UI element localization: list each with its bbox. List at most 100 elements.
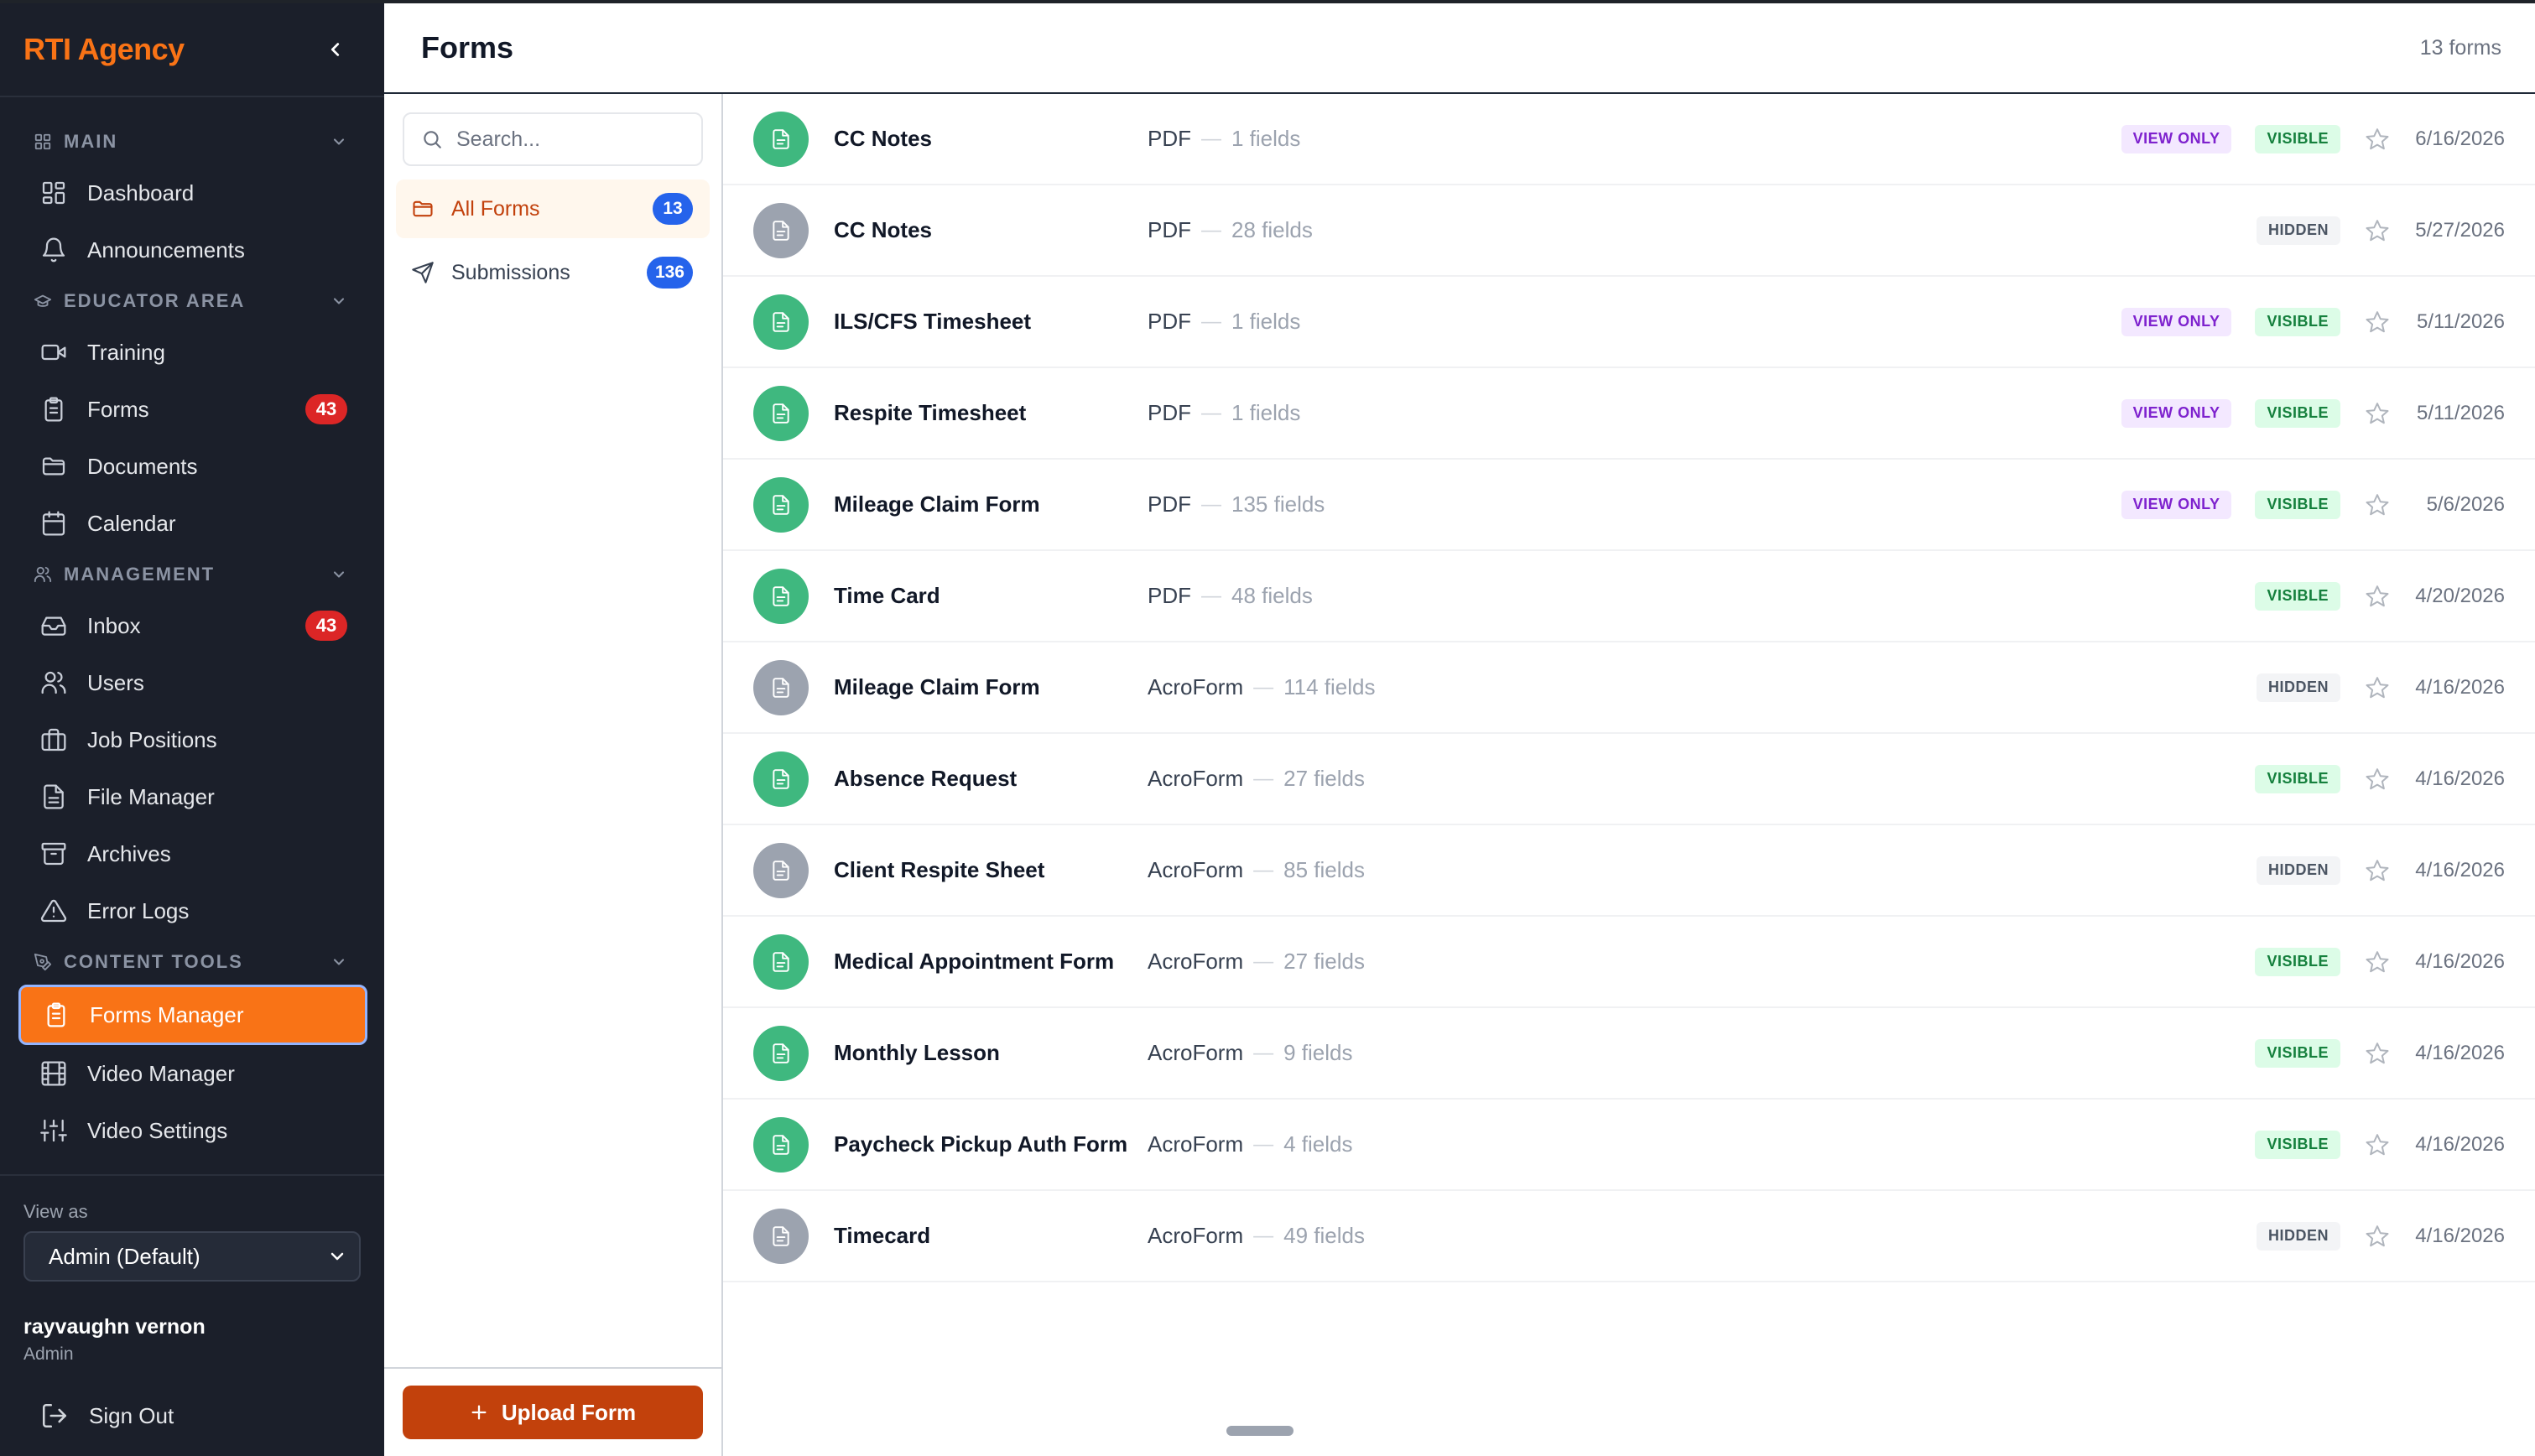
form-row[interactable]: CC Notes PDF — 1 fields VIEW ONLY VISIBLE 6/16… bbox=[723, 94, 2535, 185]
visibility-badge[interactable]: HIDDEN bbox=[2256, 855, 2340, 885]
document-icon bbox=[773, 494, 789, 515]
visibility-badge[interactable]: VISIBLE bbox=[2255, 581, 2340, 611]
favorite-button[interactable] bbox=[2359, 1041, 2396, 1066]
visibility-badge[interactable]: VISIBLE bbox=[2255, 1130, 2340, 1159]
favorite-button[interactable] bbox=[2359, 584, 2396, 609]
sidebar-item-label: Forms bbox=[87, 396, 149, 422]
sidebar-footer: View as Admin (Default) rayvaughn vernon… bbox=[0, 1174, 384, 1430]
sidebar-item-job-positions[interactable]: Job Positions bbox=[0, 711, 384, 768]
dashboard-icon bbox=[42, 181, 65, 205]
form-row[interactable]: Medical Appointment Form AcroForm — 27 fiel… bbox=[723, 917, 2535, 1008]
sidebar-item-label: Video Settings bbox=[87, 1117, 228, 1143]
form-type: AcroForm bbox=[1148, 1223, 1244, 1248]
favorite-button[interactable] bbox=[2359, 1132, 2396, 1157]
sidebar-item-users[interactable]: Users bbox=[0, 654, 384, 711]
sidebar-item-video-settings[interactable]: Video Settings bbox=[0, 1102, 384, 1159]
form-separator: — bbox=[1253, 1224, 1274, 1247]
form-row[interactable]: Mileage Claim Form AcroForm — 114 fields HID… bbox=[723, 642, 2535, 734]
folder-submissions[interactable]: Submissions 136 bbox=[396, 243, 710, 302]
form-date: 4/16/2026 bbox=[2415, 1132, 2505, 1156]
star-icon bbox=[2366, 1225, 2389, 1246]
sidebar-item-inbox[interactable]: Inbox 43 bbox=[0, 597, 384, 654]
form-row[interactable]: Respite Timesheet PDF —1 fields VIEW ONLY VI… bbox=[723, 368, 2535, 460]
visibility-badge[interactable]: HIDDEN bbox=[2256, 216, 2340, 245]
form-separator: — bbox=[1253, 858, 1274, 881]
form-name: Mileage Claim Form bbox=[834, 491, 1040, 517]
folder-all-forms[interactable]: All Forms 13 bbox=[396, 179, 710, 238]
sidebar-item-forms-manager[interactable]: Forms Manager bbox=[18, 985, 367, 1045]
form-row[interactable]: Monthly Lesson AcroForm — 9 fields VISIBLE 4/… bbox=[723, 1008, 2535, 1100]
form-tags: VIEW ONLY VISIBLE bbox=[2121, 398, 2340, 428]
visibility-badge[interactable]: HIDDEN bbox=[2256, 1221, 2340, 1251]
form-field-count: 114 fields bbox=[1283, 674, 1376, 699]
sidebar-item-video-manager[interactable]: Video Manager bbox=[0, 1045, 384, 1102]
sidebar-item-training[interactable]: Training bbox=[0, 324, 384, 381]
favorite-button[interactable] bbox=[2359, 949, 2396, 975]
sign-out-label: Sign Out bbox=[89, 1402, 174, 1428]
clipboard-icon bbox=[47, 1002, 65, 1027]
form-type: AcroForm bbox=[1148, 1131, 1244, 1157]
folder-count-badge: 136 bbox=[646, 257, 693, 289]
upload-form-button[interactable]: Upload Form bbox=[403, 1386, 703, 1439]
chevron-left-icon bbox=[331, 43, 340, 56]
sidebar-item-label: Archives bbox=[87, 840, 171, 866]
visibility-badge[interactable]: VISIBLE bbox=[2255, 764, 2340, 793]
page-header: Forms 13 forms bbox=[384, 3, 2535, 94]
scroll-handle[interactable] bbox=[1226, 1426, 1294, 1436]
document-icon bbox=[773, 311, 789, 332]
archive-icon bbox=[41, 842, 66, 866]
favorite-button[interactable] bbox=[2359, 1224, 2396, 1249]
sidebar-item-archives[interactable]: Archives bbox=[0, 825, 384, 882]
favorite-button[interactable] bbox=[2359, 858, 2396, 883]
section-educator-area[interactable]: EDUCATOR AREA bbox=[0, 278, 384, 324]
visibility-badge[interactable]: VISIBLE bbox=[2255, 1038, 2340, 1068]
favorite-button[interactable] bbox=[2359, 767, 2396, 792]
visibility-badge[interactable]: VISIBLE bbox=[2255, 307, 2340, 336]
form-row[interactable]: Absence Request AcroForm — 27 fields VISIBLE… bbox=[723, 734, 2535, 825]
star-icon bbox=[2366, 127, 2389, 149]
section-content-tools[interactable]: CONTENT TOOLS bbox=[0, 939, 384, 985]
form-row[interactable]: ILS/CFS Timesheet PDF —1 fields VIEW ONLY VI… bbox=[723, 277, 2535, 368]
visibility-badge[interactable]: VISIBLE bbox=[2255, 947, 2340, 976]
sidebar-item-forms[interactable]: Forms 43 bbox=[0, 381, 384, 438]
view-as-select[interactable]: Admin (Default) bbox=[23, 1231, 361, 1282]
document-icon bbox=[773, 1043, 789, 1063]
form-tags: VIEW ONLY VISIBLE bbox=[2121, 307, 2340, 336]
favorite-button[interactable] bbox=[2359, 675, 2396, 700]
warning-icon bbox=[40, 899, 67, 923]
form-row[interactable]: Time Card PDF — 48 fields VISIBLE 4/20/2026 bbox=[723, 551, 2535, 642]
form-row[interactable]: Paycheck Pickup Auth Form AcroForm — 4 fiel… bbox=[723, 1100, 2535, 1191]
collapse-sidebar-button[interactable] bbox=[320, 34, 351, 65]
form-row[interactable]: Timecard AcroForm — 49 fields HIDDEN 4/16/202… bbox=[723, 1191, 2535, 1282]
visibility-badge[interactable]: VISIBLE bbox=[2255, 490, 2340, 519]
form-row[interactable]: Mileage Claim Form PDF — 135 fields VIEW ONL… bbox=[723, 460, 2535, 551]
form-field-count: 9 fields bbox=[1283, 1040, 1353, 1065]
form-name: CC Notes bbox=[834, 126, 933, 151]
star-icon bbox=[2366, 767, 2389, 789]
favorite-button[interactable] bbox=[2359, 127, 2396, 152]
form-row[interactable]: Client Respite Sheet AcroForm — 85 fields HI… bbox=[723, 825, 2535, 917]
sidebar-item-documents[interactable]: Documents bbox=[0, 438, 384, 495]
search-input[interactable] bbox=[456, 127, 674, 152]
visibility-badge[interactable]: VISIBLE bbox=[2255, 398, 2340, 428]
form-file-icon bbox=[753, 111, 809, 167]
visibility-badge[interactable]: VISIBLE bbox=[2255, 124, 2340, 153]
form-field-count: 27 fields bbox=[1283, 766, 1365, 791]
favorite-button[interactable] bbox=[2359, 401, 2396, 426]
sidebar-item-calendar[interactable]: Calendar bbox=[0, 495, 384, 552]
sidebar-item-dashboard[interactable]: Dashboard bbox=[0, 164, 384, 221]
section-main[interactable]: MAIN bbox=[0, 119, 384, 164]
favorite-button[interactable] bbox=[2359, 218, 2396, 243]
chevron-down-icon bbox=[333, 571, 345, 578]
view-only-badge: VIEW ONLY bbox=[2121, 490, 2232, 519]
favorite-button[interactable] bbox=[2359, 309, 2396, 335]
favorite-button[interactable] bbox=[2359, 492, 2396, 517]
sidebar-item-announcements[interactable]: Announcements bbox=[0, 221, 384, 278]
sign-out-button[interactable]: Sign Out bbox=[23, 1401, 361, 1430]
sidebar-item-file-manager[interactable]: File Manager bbox=[0, 768, 384, 825]
form-row[interactable]: CC Notes PDF — 28 fields HIDDEN 5/27/2026 bbox=[723, 185, 2535, 277]
sidebar-item-error-logs[interactable]: Error Logs bbox=[0, 882, 384, 939]
folder-icon bbox=[413, 200, 433, 217]
section-management[interactable]: MANAGEMENT bbox=[0, 552, 384, 597]
visibility-badge[interactable]: HIDDEN bbox=[2256, 673, 2340, 702]
